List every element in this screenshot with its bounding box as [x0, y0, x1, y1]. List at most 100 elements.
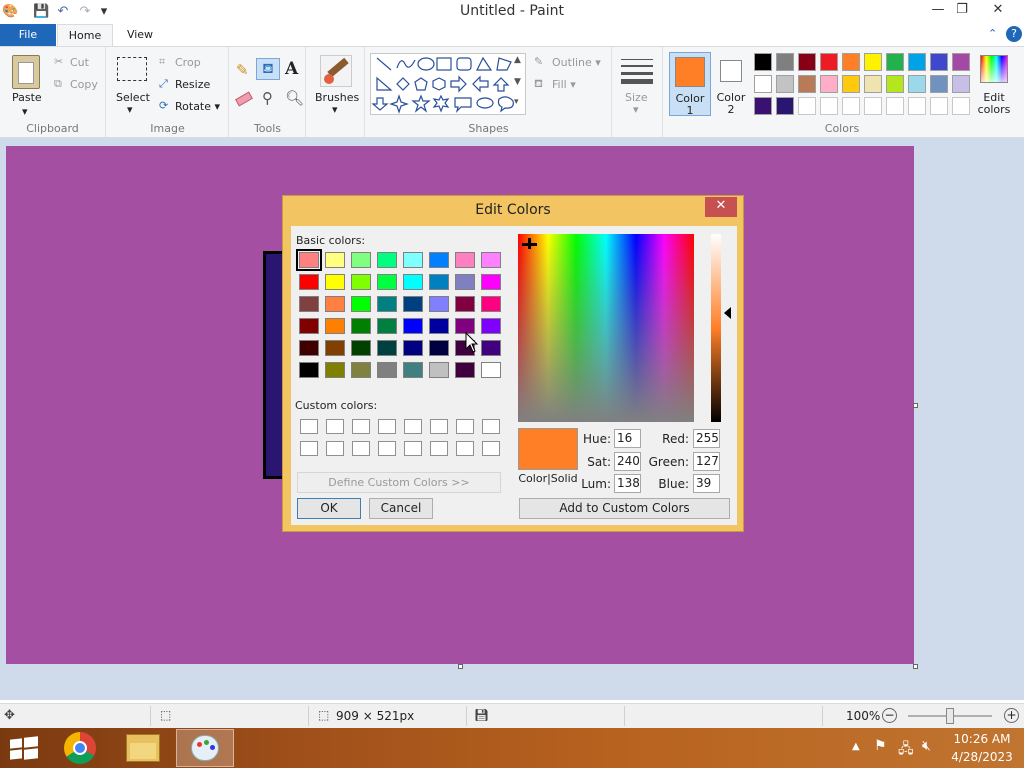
palette-swatch[interactable] — [776, 53, 794, 71]
zoom-slider-thumb[interactable] — [946, 708, 954, 724]
palette-swatch-empty[interactable] — [820, 97, 838, 115]
luminance-arrow-icon[interactable] — [724, 307, 731, 319]
canvas-resize-handle-right[interactable] — [913, 403, 918, 408]
paste-button[interactable]: Paste — [12, 91, 42, 104]
lum-field[interactable]: 138 — [614, 474, 641, 493]
palette-swatch[interactable] — [886, 75, 904, 93]
custom-color-slot[interactable] — [456, 441, 474, 456]
size-icon[interactable] — [621, 57, 653, 85]
tab-home[interactable]: Home — [57, 24, 113, 46]
canvas-resize-handle-corner[interactable] — [913, 664, 918, 669]
action-center-flag-icon[interactable]: ⚑ — [874, 738, 887, 754]
palette-swatch[interactable] — [886, 53, 904, 71]
palette-swatch[interactable] — [754, 53, 772, 71]
restore-button[interactable]: ❐ — [948, 0, 976, 22]
fill-button[interactable]: Fill ▾ — [552, 78, 576, 91]
network-icon[interactable]: 🖧︎ — [898, 738, 914, 762]
text-tool-icon[interactable]: A — [285, 59, 298, 79]
luminance-slider[interactable] — [711, 234, 721, 422]
fill-bucket-icon[interactable]: ⛾ — [256, 58, 280, 80]
custom-color-slot[interactable] — [430, 441, 448, 456]
palette-swatch[interactable] — [908, 53, 926, 71]
shapes-scroll-down-icon[interactable]: ▼ — [514, 77, 521, 87]
custom-color-slot[interactable] — [326, 419, 344, 434]
eraser-icon[interactable] — [235, 91, 253, 107]
cut-button[interactable]: Cut — [70, 56, 89, 69]
close-window-button[interactable]: ✕ — [984, 0, 1012, 22]
hue-field[interactable]: 16 — [614, 429, 641, 448]
custom-color-slot[interactable] — [378, 419, 396, 434]
palette-swatch[interactable] — [798, 53, 816, 71]
paste-dropdown-icon[interactable]: ▾ — [22, 105, 28, 118]
show-hidden-icons[interactable]: ▲ — [852, 741, 860, 752]
palette-swatch[interactable] — [798, 75, 816, 93]
palette-swatch-empty[interactable] — [864, 97, 882, 115]
red-field[interactable]: 255 — [693, 429, 720, 448]
tab-file[interactable]: File — [0, 24, 56, 46]
volume-muted-icon[interactable]: 🔇︎ — [922, 738, 931, 754]
color-picker-icon[interactable]: ⚲ — [262, 89, 273, 107]
palette-swatch[interactable] — [952, 75, 970, 93]
custom-color-slot[interactable] — [352, 441, 370, 456]
edit-colors-button[interactable]: Edit colors — [976, 53, 1012, 117]
chrome-icon[interactable] — [64, 732, 96, 764]
brushes-dropdown-icon[interactable]: ▾ — [332, 103, 338, 116]
custom-color-slot[interactable] — [404, 419, 422, 434]
blue-field[interactable]: 39 — [693, 474, 720, 493]
shapes-scroll-up-icon[interactable]: ▲ — [514, 55, 521, 65]
custom-color-slot[interactable] — [326, 441, 344, 456]
custom-color-slot[interactable] — [404, 441, 422, 456]
custom-color-slot[interactable] — [378, 441, 396, 456]
define-custom-colors-button[interactable]: Define Custom Colors >> — [297, 472, 501, 493]
color2-button[interactable]: Color 2 — [713, 52, 749, 116]
palette-swatch[interactable] — [820, 75, 838, 93]
custom-color-slot[interactable] — [352, 419, 370, 434]
palette-swatch[interactable] — [820, 53, 838, 71]
magnifier-icon[interactable]: 🔍︎ — [285, 89, 304, 107]
custom-color-slot[interactable] — [430, 419, 448, 434]
pencil-icon[interactable]: ✎ — [236, 61, 249, 79]
add-to-custom-colors-button[interactable]: Add to Custom Colors — [519, 498, 730, 519]
custom-color-slot[interactable] — [456, 419, 474, 434]
palette-swatch[interactable] — [776, 97, 794, 115]
palette-swatch-empty[interactable] — [908, 97, 926, 115]
outline-button[interactable]: Outline ▾ — [552, 56, 601, 69]
sat-field[interactable]: 240 — [614, 452, 641, 471]
palette-swatch[interactable] — [864, 53, 882, 71]
palette-swatch[interactable] — [842, 75, 860, 93]
rotate-button[interactable]: Rotate ▾ — [175, 100, 220, 113]
palette-swatch[interactable] — [952, 53, 970, 71]
file-explorer-icon[interactable] — [126, 734, 160, 762]
clock-time[interactable]: 10:26 AM — [950, 732, 1014, 746]
copy-button[interactable]: Copy — [70, 78, 98, 91]
palette-swatch[interactable] — [842, 53, 860, 71]
palette-swatch-empty[interactable] — [886, 97, 904, 115]
palette-swatch[interactable] — [754, 97, 772, 115]
ok-button[interactable]: OK — [297, 498, 361, 519]
start-windows-icon[interactable] — [10, 736, 38, 761]
paste-icon[interactable] — [12, 55, 40, 89]
palette-swatch[interactable] — [776, 75, 794, 93]
palette-swatch[interactable] — [908, 75, 926, 93]
palette-swatch-empty[interactable] — [842, 97, 860, 115]
custom-color-slot[interactable] — [300, 441, 318, 456]
resize-button[interactable]: Resize — [175, 78, 210, 91]
shapes-gallery[interactable] — [370, 53, 526, 115]
zoom-in-icon[interactable]: + — [1004, 708, 1019, 723]
crop-button[interactable]: Crop — [175, 56, 201, 69]
custom-color-slot[interactable] — [482, 419, 500, 434]
custom-color-slot[interactable] — [482, 441, 500, 456]
palette-swatch[interactable] — [930, 53, 948, 71]
palette-swatch[interactable] — [930, 75, 948, 93]
palette-swatch[interactable] — [754, 75, 772, 93]
collapse-ribbon-icon[interactable]: ⌃ — [988, 27, 1002, 41]
palette-swatch-empty[interactable] — [798, 97, 816, 115]
brushes-icon[interactable] — [320, 55, 352, 87]
shapes-more-icon[interactable]: ▾ — [514, 97, 519, 107]
palette-swatch-empty[interactable] — [952, 97, 970, 115]
select-dropdown-icon[interactable]: ▾ — [127, 103, 133, 116]
help-icon[interactable]: ? — [1006, 26, 1022, 42]
clock-date[interactable]: 4/28/2023 — [950, 750, 1014, 764]
canvas-resize-handle-bottom[interactable] — [458, 664, 463, 669]
palette-swatch[interactable] — [864, 75, 882, 93]
